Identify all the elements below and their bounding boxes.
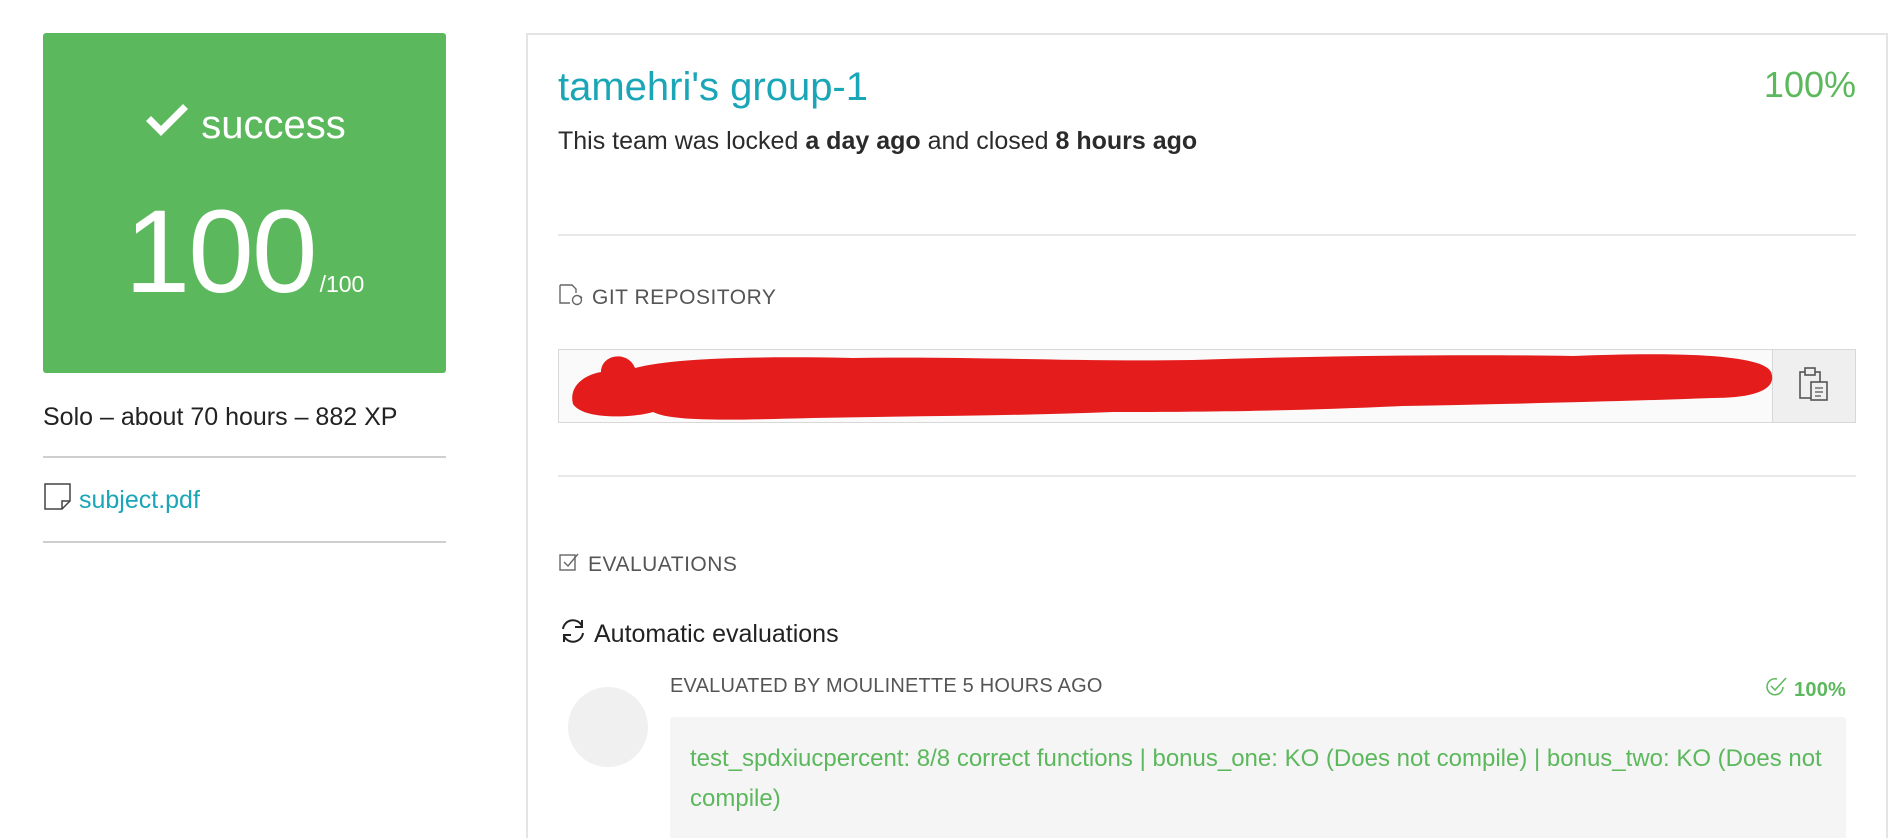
git-repository-title: GIT REPOSITORY bbox=[558, 283, 776, 313]
subject-pdf-link[interactable]: subject.pdf bbox=[79, 486, 200, 515]
team-panel: tamehri's group-1 100% This team was loc… bbox=[526, 33, 1888, 838]
sync-icon bbox=[558, 617, 588, 652]
evaluation-score-value: 100% bbox=[1794, 678, 1846, 701]
checkbox-icon bbox=[558, 551, 580, 579]
team-panel-content: tamehri's group-1 100% This team was loc… bbox=[558, 35, 1856, 838]
divider bbox=[558, 475, 1856, 477]
grade-score-max: /100 bbox=[319, 271, 365, 297]
subject-link-row: subject.pdf bbox=[43, 458, 446, 543]
check-icon bbox=[143, 100, 191, 147]
grade-score-value: 100 bbox=[124, 186, 318, 318]
copy-repository-button[interactable] bbox=[1772, 350, 1855, 422]
project-summary: success 100/100 Solo – about 70 hours – … bbox=[43, 33, 446, 543]
evaluation-evaluator: EVALUATED BY MOULINETTE 5 HOURS AGO bbox=[670, 675, 1103, 697]
locked-when: a day ago bbox=[805, 127, 921, 155]
automatic-evaluations-label: Automatic evaluations bbox=[594, 620, 839, 648]
lock-prefix: This team was locked bbox=[558, 127, 806, 155]
divider bbox=[558, 234, 1856, 236]
grade-status-label: success bbox=[201, 103, 346, 147]
grade-box: success 100/100 bbox=[43, 33, 446, 373]
check-circle-icon bbox=[1764, 675, 1788, 705]
evaluation-body: EVALUATED BY MOULINETTE 5 HOURS AGO 100% bbox=[670, 675, 1846, 838]
automatic-evaluations-title: Automatic evaluations bbox=[558, 617, 839, 652]
repository-url-input[interactable] bbox=[559, 350, 1772, 422]
grade-status: success bbox=[43, 100, 446, 147]
clipboard-icon bbox=[1797, 366, 1831, 407]
evaluation-score: 100% bbox=[1764, 675, 1846, 705]
team-lock-info: This team was locked a day ago and close… bbox=[558, 127, 1856, 257]
git-file-icon bbox=[558, 283, 584, 313]
git-repository-label: GIT REPOSITORY bbox=[592, 286, 777, 309]
repository-url-field bbox=[558, 349, 1856, 423]
lock-middle: and closed bbox=[920, 127, 1056, 155]
team-header: tamehri's group-1 100% bbox=[558, 35, 1856, 125]
evaluations-title: EVALUATIONS bbox=[558, 551, 737, 579]
file-icon bbox=[43, 482, 73, 519]
evaluation-comment: test_spdxiucpercent: 8/8 correct functio… bbox=[670, 717, 1846, 838]
evaluations-label: EVALUATIONS bbox=[588, 553, 738, 576]
closed-when: 8 hours ago bbox=[1055, 127, 1198, 155]
evaluator-avatar bbox=[568, 687, 648, 767]
project-page: success 100/100 Solo – about 70 hours – … bbox=[0, 0, 1904, 838]
team-name[interactable]: tamehri's group-1 bbox=[558, 67, 868, 107]
grade-score: 100/100 bbox=[43, 193, 446, 311]
team-percent: 100% bbox=[1763, 64, 1856, 105]
evaluation-header: EVALUATED BY MOULINETTE 5 HOURS AGO 100% bbox=[670, 675, 1846, 709]
project-meta: Solo – about 70 hours – 882 XP bbox=[43, 403, 446, 458]
